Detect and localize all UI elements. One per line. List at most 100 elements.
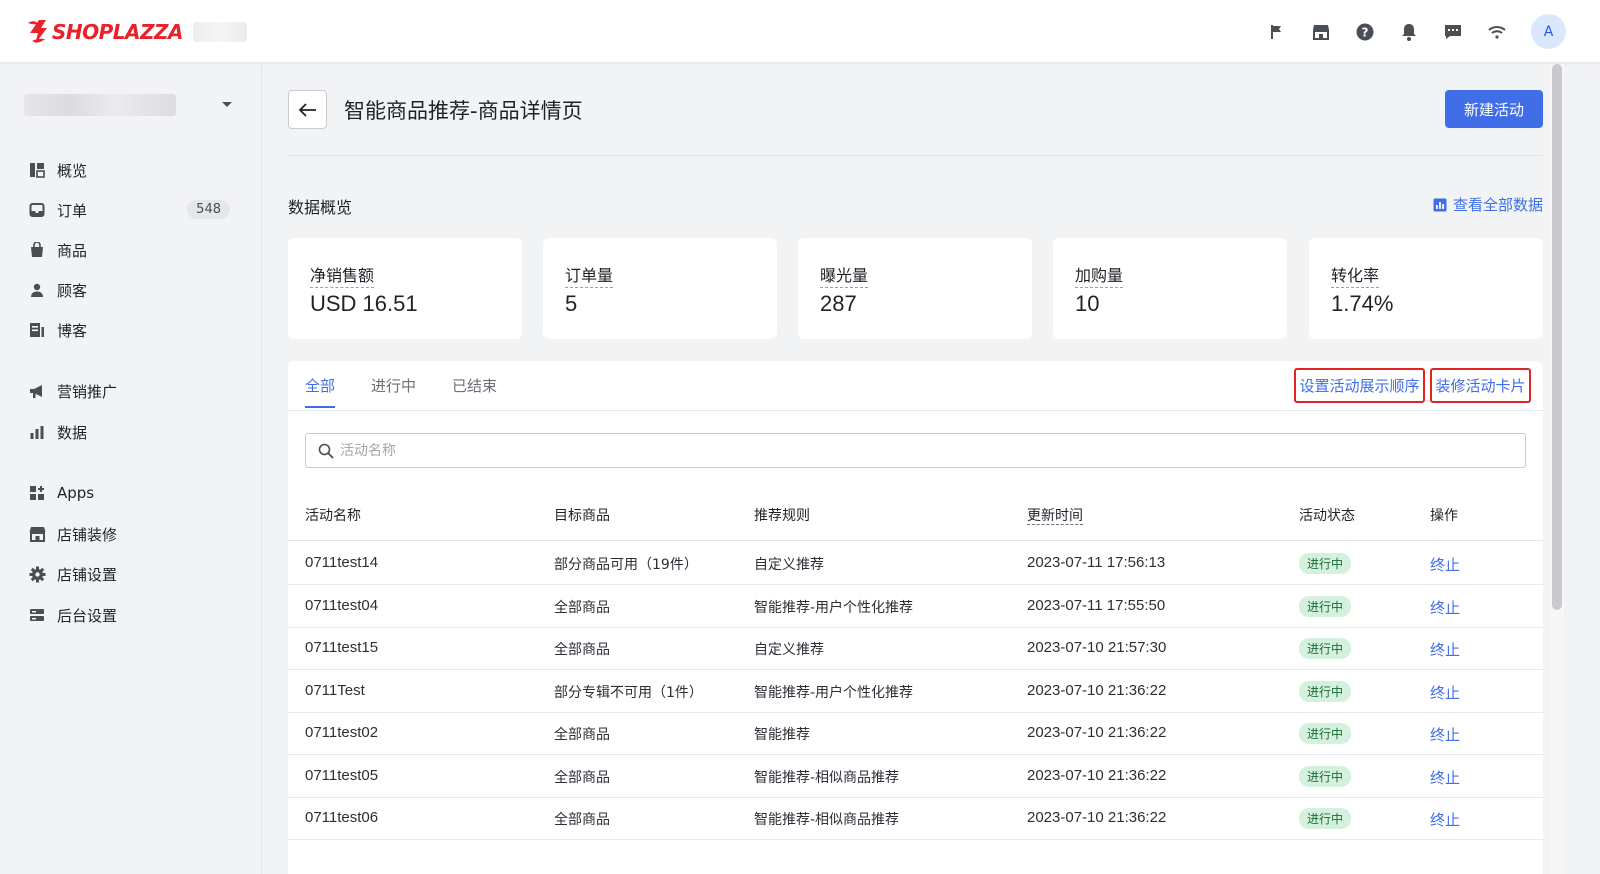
overview-title: 数据概览 (288, 198, 353, 217)
terminate-link[interactable]: 终止 (1430, 809, 1460, 830)
cell-name: 0711Test (305, 681, 365, 699)
sidebar-item-label: 营销推广 (57, 382, 118, 401)
activity-panel: 全部 进行中 已结束 设置活动展示顺序 装修活动卡片 活动名称 目标商品 推荐规… (288, 361, 1543, 874)
sidebar-item-store-settings[interactable]: 店铺设置 (0, 554, 262, 594)
apps-icon (28, 484, 46, 502)
cell-rule: 智能推荐-相似商品推荐 (754, 812, 900, 828)
terminate-link[interactable]: 终止 (1430, 597, 1460, 618)
store-name-blurred (24, 94, 176, 116)
new-activity-button[interactable]: 新建活动 (1445, 90, 1543, 128)
sidebar-item-label: 博客 (57, 321, 88, 340)
stat-label: 转化率 (1331, 262, 1380, 288)
tab-in-progress[interactable]: 进行中 (371, 375, 416, 406)
sidebar-item-analytics[interactable]: 数据 (0, 412, 262, 452)
sidebar-item-label: 商品 (57, 241, 88, 260)
scrollbar-thumb[interactable] (1552, 64, 1562, 610)
cell-rule: 智能推荐-用户个性化推荐 (754, 684, 914, 701)
stat-card-net-sales: 净销售额 USD 16.51 (288, 238, 522, 339)
message-icon[interactable] (1441, 20, 1465, 44)
column-header-actions: 操作 (1430, 508, 1458, 524)
status-badge: 进行中 (1299, 553, 1352, 574)
sidebar-item-label: 顾客 (57, 281, 88, 300)
table-row: 0711test15 全部商品 自定义推荐 2023-07-10 21:57:30 进行… (288, 627, 1543, 670)
decorate-card-button[interactable]: 装修活动卡片 (1430, 368, 1531, 403)
caret-down-icon (222, 102, 232, 107)
megaphone-icon (28, 382, 46, 400)
search-input[interactable] (340, 442, 1490, 459)
column-header-updated-label: 更新时间 (1027, 508, 1083, 525)
terminate-link[interactable]: 终止 (1430, 767, 1460, 788)
cell-updated: 2023-07-10 21:36:22 (1027, 681, 1167, 699)
arrow-left-icon (298, 102, 316, 117)
sidebar-item-overview[interactable]: 概览 (0, 150, 262, 190)
report-icon (1433, 198, 1447, 212)
tab-ended[interactable]: 已结束 (452, 375, 497, 406)
sidebar-item-label: 店铺设置 (57, 565, 118, 584)
sidebar-item-label: 店铺装修 (57, 525, 118, 544)
store-selector[interactable] (24, 90, 238, 120)
orders-count-badge: 548 (187, 200, 230, 219)
column-header-name: 活动名称 (305, 508, 361, 524)
top-bar: SHOPLAZZA ? A (0, 0, 1600, 63)
cell-target: 部分商品可用（19件） (554, 557, 698, 573)
avatar[interactable]: A (1531, 14, 1566, 49)
tab-all[interactable]: 全部 (305, 375, 336, 408)
svg-text:?: ? (1362, 25, 1369, 39)
set-display-order-button[interactable]: 设置活动展示顺序 (1294, 368, 1425, 403)
cell-updated: 2023-07-10 21:57:30 (1027, 639, 1167, 656)
divider (288, 155, 1543, 156)
cell-updated: 2023-07-10 21:36:22 (1027, 766, 1167, 784)
stat-value: 5 (565, 291, 578, 316)
cell-target: 全部商品 (554, 727, 610, 743)
help-icon[interactable]: ? (1353, 20, 1377, 44)
search-icon (318, 443, 334, 459)
stat-value: 1.74% (1331, 291, 1394, 316)
cell-name: 0711test04 (305, 596, 379, 614)
wifi-icon[interactable] (1485, 20, 1509, 44)
stats-row: 净销售额 USD 16.51 订单量 5 曝光量 287 加购量 10 转化率 … (288, 238, 1543, 339)
cell-name: 0711test02 (305, 724, 379, 741)
tab-bar: 全部 进行中 已结束 设置活动展示顺序 装修活动卡片 (288, 361, 1543, 411)
brand-name: SHOPLAZZA (52, 20, 184, 44)
sidebar-item-online-store[interactable]: 店铺装修 (0, 514, 262, 554)
overview-icon (28, 161, 46, 179)
store-icon[interactable] (1309, 20, 1333, 44)
sidebar-item-label: Apps (57, 484, 95, 502)
terminate-link[interactable]: 终止 (1430, 639, 1460, 660)
cell-rule: 智能推荐-用户个性化推荐 (754, 599, 914, 616)
sidebar-item-products[interactable]: 商品 (0, 230, 262, 270)
sidebar-item-label: 数据 (57, 423, 88, 442)
logo-mark-icon (26, 19, 48, 45)
terminate-link[interactable]: 终止 (1430, 682, 1460, 703)
cell-target: 部分专辑不可用（1件） (554, 684, 703, 701)
column-header-status: 活动状态 (1299, 508, 1355, 524)
status-badge: 进行中 (1299, 595, 1352, 617)
cell-rule: 智能推荐 (754, 727, 810, 743)
bell-icon[interactable] (1397, 20, 1421, 44)
table-row: 0711test02 全部商品 智能推荐 2023-07-10 21:36:22 进行中… (288, 712, 1543, 755)
back-button[interactable] (288, 90, 327, 129)
stat-card-impressions: 曝光量 287 (798, 238, 1032, 339)
sidebar-item-marketing[interactable]: 营销推广 (0, 371, 262, 411)
stat-label: 加购量 (1075, 262, 1124, 288)
sidebar-item-admin-settings[interactable]: 后台设置 (0, 595, 262, 635)
stat-label: 净销售额 (310, 262, 375, 288)
sidebar-item-orders[interactable]: 订单 548 (0, 190, 262, 230)
search-field[interactable] (305, 433, 1526, 468)
cell-rule: 智能推荐-相似商品推荐 (754, 769, 900, 786)
sidebar-item-apps[interactable]: Apps (0, 473, 262, 513)
terminate-link[interactable]: 终止 (1430, 724, 1460, 745)
stat-label: 曝光量 (820, 262, 869, 288)
sidebar-item-customers[interactable]: 顾客 (0, 270, 262, 310)
cell-target: 全部商品 (554, 812, 610, 828)
sidebar-item-blog[interactable]: 博客 (0, 310, 262, 350)
column-header-updated[interactable]: 更新时间 (1027, 505, 1083, 525)
terminate-link[interactable]: 终止 (1430, 554, 1460, 575)
flag-icon[interactable] (1265, 20, 1289, 44)
cell-target: 全部商品 (554, 599, 610, 616)
view-all-data-link[interactable]: 查看全部数据 (1433, 194, 1543, 215)
cell-name: 0711test05 (305, 766, 379, 784)
table-row: 0711test05 全部商品 智能推荐-相似商品推荐 2023-07-10 21:3… (288, 755, 1543, 798)
page-title: 智能商品推荐-商品详情页 (344, 99, 583, 123)
brand-logo[interactable]: SHOPLAZZA (26, 19, 248, 45)
